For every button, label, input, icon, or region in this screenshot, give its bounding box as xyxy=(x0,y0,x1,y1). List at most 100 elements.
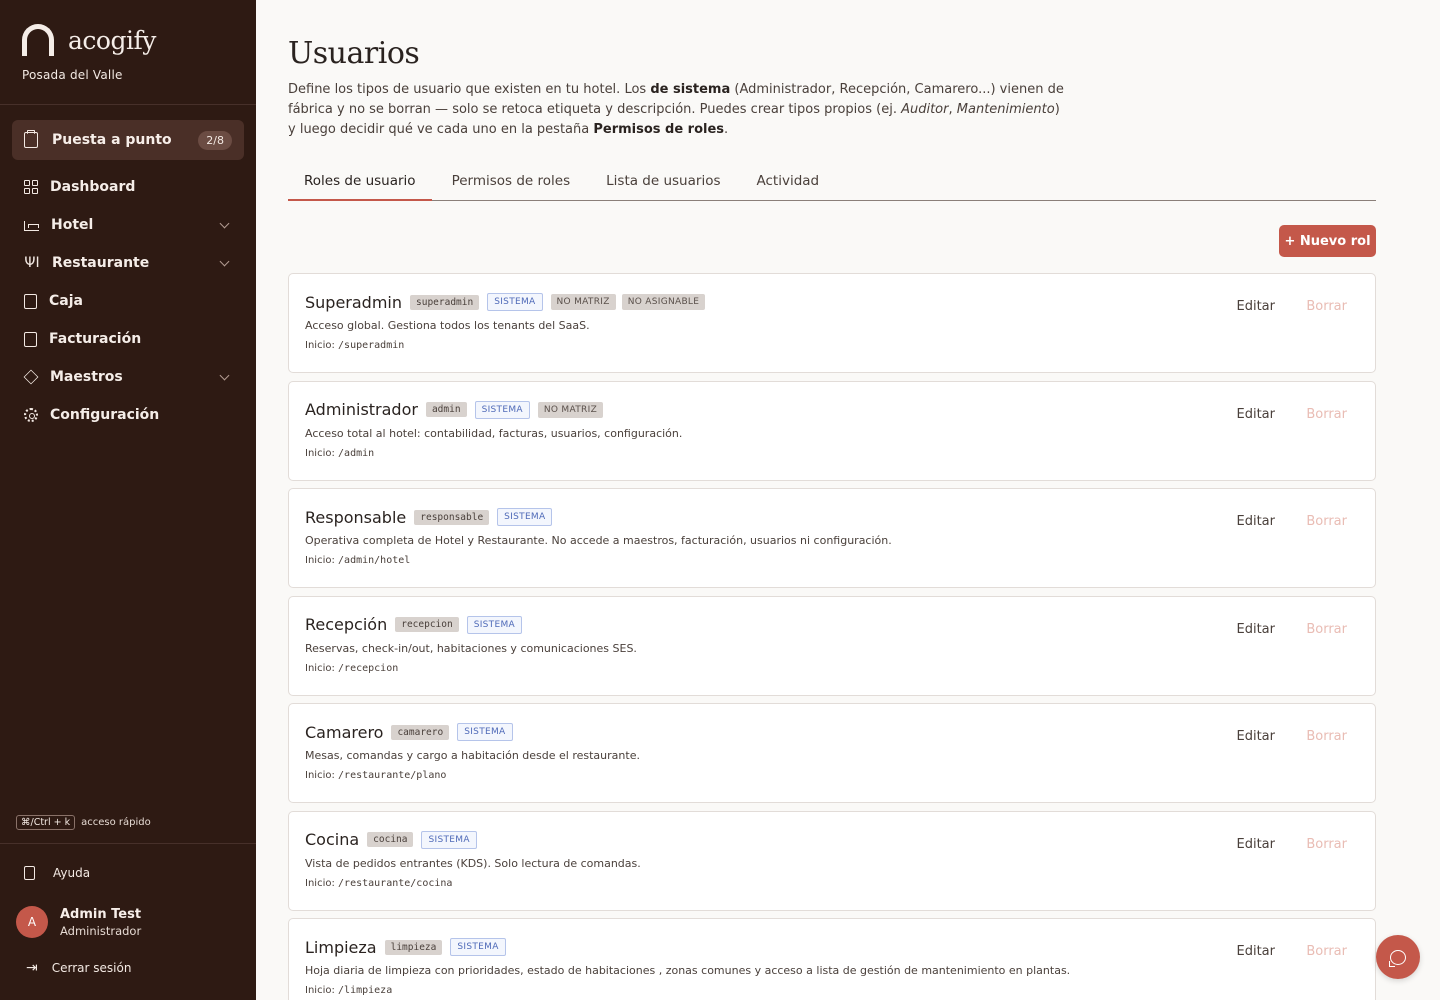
delete-role-button[interactable]: Borrar xyxy=(1306,944,1347,959)
desc-italic: Mantenimiento xyxy=(956,102,1055,117)
role-key-tag: admin xyxy=(425,402,467,417)
tab-lista-de-usuarios[interactable]: Lista de usuarios xyxy=(590,166,736,201)
system-tag: SISTEMA xyxy=(487,293,543,311)
delete-role-button[interactable]: Borrar xyxy=(1306,299,1347,314)
chevron-down-icon xyxy=(219,218,230,228)
delete-role-button[interactable]: Borrar xyxy=(1306,407,1347,422)
acogify-logo-icon xyxy=(22,24,54,56)
role-description: Mesas, comandas y cargo a habitación des… xyxy=(305,749,640,762)
receipt-icon xyxy=(24,331,37,347)
brand-name: acogify xyxy=(68,25,156,55)
system-tag: SISTEMA xyxy=(421,830,477,849)
role-flag-tag: NO ASIGNABLE xyxy=(621,294,706,310)
role-description: Reservas, check-in/out, habitaciones y c… xyxy=(305,641,637,655)
role-name: Camarero xyxy=(305,722,384,742)
utensils-icon: ΨΙ xyxy=(24,255,40,271)
desc-text: . xyxy=(724,122,729,137)
hotel-name: Posada del Valle xyxy=(22,68,123,82)
sidebar-nav: Dashboard Hotel ΨΙ Restaurante Caja Fact… xyxy=(12,168,244,434)
sidebar-item-restaurante[interactable]: ΨΙ Restaurante xyxy=(12,244,244,282)
home-prefix: Inicio: xyxy=(305,770,335,781)
home-prefix: Inicio: xyxy=(305,662,335,674)
role-home: Inicio: /admin/hotel xyxy=(305,555,1359,566)
sidebar-item-dashboard[interactable]: Dashboard xyxy=(12,168,244,206)
home-prefix: Inicio: xyxy=(305,877,335,889)
role-description: Vista de pedidos entrantes (KDS). Solo l… xyxy=(305,856,641,870)
logout-icon: ⇥ xyxy=(26,960,38,976)
shortcut-kbd: ⌘/Ctrl + k xyxy=(16,815,76,830)
tab-actividad[interactable]: Actividad xyxy=(740,166,835,201)
sidebar-item-configuracion[interactable]: Configuración xyxy=(12,396,244,434)
desc-text: Define los tipos de usuario que existen … xyxy=(288,82,651,97)
setup-label: Puesta a punto xyxy=(52,132,172,148)
user-role: Administrador xyxy=(60,923,142,938)
sidebar-item-label: Caja xyxy=(49,293,83,309)
role-home: Inicio: /limpieza xyxy=(305,985,1359,996)
role-name: Limpieza xyxy=(305,937,377,957)
user-profile[interactable]: A Admin Test Administrador xyxy=(16,906,141,938)
edit-role-button[interactable]: Editar xyxy=(1237,514,1276,529)
home-path: /admin/hotel xyxy=(338,555,411,566)
role-card: Cocina cocina SISTEMA Vista de pedidos e… xyxy=(288,810,1376,911)
help-link[interactable]: Ayuda xyxy=(24,866,90,880)
delete-role-button[interactable]: Borrar xyxy=(1306,622,1347,637)
tab-roles-de-usuario[interactable]: Roles de usuario xyxy=(288,166,432,201)
quick-access-hint: ⌘/Ctrl + k acceso rápido xyxy=(16,815,151,830)
layers-icon xyxy=(23,369,39,385)
edit-role-button[interactable]: Editar xyxy=(1237,407,1276,422)
role-home: Inicio: /superadmin xyxy=(305,340,1359,351)
sidebar-item-maestros[interactable]: Maestros xyxy=(12,358,244,396)
edit-role-button[interactable]: Editar xyxy=(1237,837,1276,852)
home-prefix: Inicio: xyxy=(305,555,335,566)
home-path: /restaurante/cocina xyxy=(338,877,453,889)
sidebar: acogify Posada del Valle Puesta a punto … xyxy=(0,0,256,1000)
setup-progress-button[interactable]: Puesta a punto 2/8 xyxy=(12,120,244,160)
avatar: A xyxy=(16,906,48,938)
edit-role-button[interactable]: Editar xyxy=(1237,299,1276,314)
home-prefix: Inicio: xyxy=(305,340,335,351)
role-name: Superadmin xyxy=(305,292,403,312)
sidebar-item-label: Restaurante xyxy=(52,255,150,271)
sidebar-item-label: Dashboard xyxy=(50,179,136,195)
delete-role-button[interactable]: Borrar xyxy=(1306,729,1347,744)
roles-list: Superadmin superadmin SISTEMA NO MATRIZ N… xyxy=(288,273,1376,1000)
new-role-button[interactable]: + Nuevo rol xyxy=(1279,225,1376,257)
logout-link[interactable]: ⇥ Cerrar sesión xyxy=(26,960,131,976)
role-key-tag: recepcion xyxy=(395,617,459,632)
tabs: Roles de usuario Permisos de roles Lista… xyxy=(288,166,1376,201)
sidebar-item-facturacion[interactable]: Facturación xyxy=(12,320,244,358)
desc-bold: de sistema xyxy=(650,82,731,97)
role-card: Limpieza limpieza SISTEMA Hoja diaria de… xyxy=(288,918,1376,1000)
role-description: Acceso total al hotel: contabilidad, fac… xyxy=(305,426,683,440)
chevron-down-icon xyxy=(219,370,230,380)
brand-logo[interactable]: acogify xyxy=(22,24,156,56)
desc-bold: Permisos de roles xyxy=(593,122,725,137)
role-key-tag: responsable xyxy=(414,509,490,525)
gear-icon xyxy=(24,408,38,422)
edit-role-button[interactable]: Editar xyxy=(1237,622,1276,637)
role-name: Recepción xyxy=(305,615,388,634)
grid-icon xyxy=(24,180,38,194)
main-content: Usuarios Define los tipos de usuario que… xyxy=(288,0,1376,1000)
tab-permisos-de-roles[interactable]: Permisos de roles xyxy=(436,166,587,201)
system-tag: SISTEMA xyxy=(466,615,522,634)
sidebar-item-caja[interactable]: Caja xyxy=(12,282,244,320)
book-icon xyxy=(24,866,35,880)
page-title: Usuarios xyxy=(288,36,420,71)
chat-button[interactable] xyxy=(1376,935,1420,979)
sidebar-item-hotel[interactable]: Hotel xyxy=(12,206,244,244)
user-name: Admin Test xyxy=(60,906,142,922)
role-home: Inicio: /restaurante/plano xyxy=(305,770,1359,781)
edit-role-button[interactable]: Editar xyxy=(1237,944,1276,959)
system-tag: SISTEMA xyxy=(450,938,506,956)
bed-icon xyxy=(24,221,39,231)
delete-role-button[interactable]: Borrar xyxy=(1306,514,1347,529)
home-prefix: Inicio: xyxy=(305,985,335,996)
sidebar-item-label: Facturación xyxy=(49,331,142,347)
role-home: Inicio: /restaurante/cocina xyxy=(305,878,1359,889)
edit-role-button[interactable]: Editar xyxy=(1237,729,1276,744)
delete-role-button[interactable]: Borrar xyxy=(1306,837,1347,852)
chevron-down-icon xyxy=(219,256,230,266)
system-tag: SISTEMA xyxy=(457,723,513,741)
role-name: Cocina xyxy=(305,830,360,849)
